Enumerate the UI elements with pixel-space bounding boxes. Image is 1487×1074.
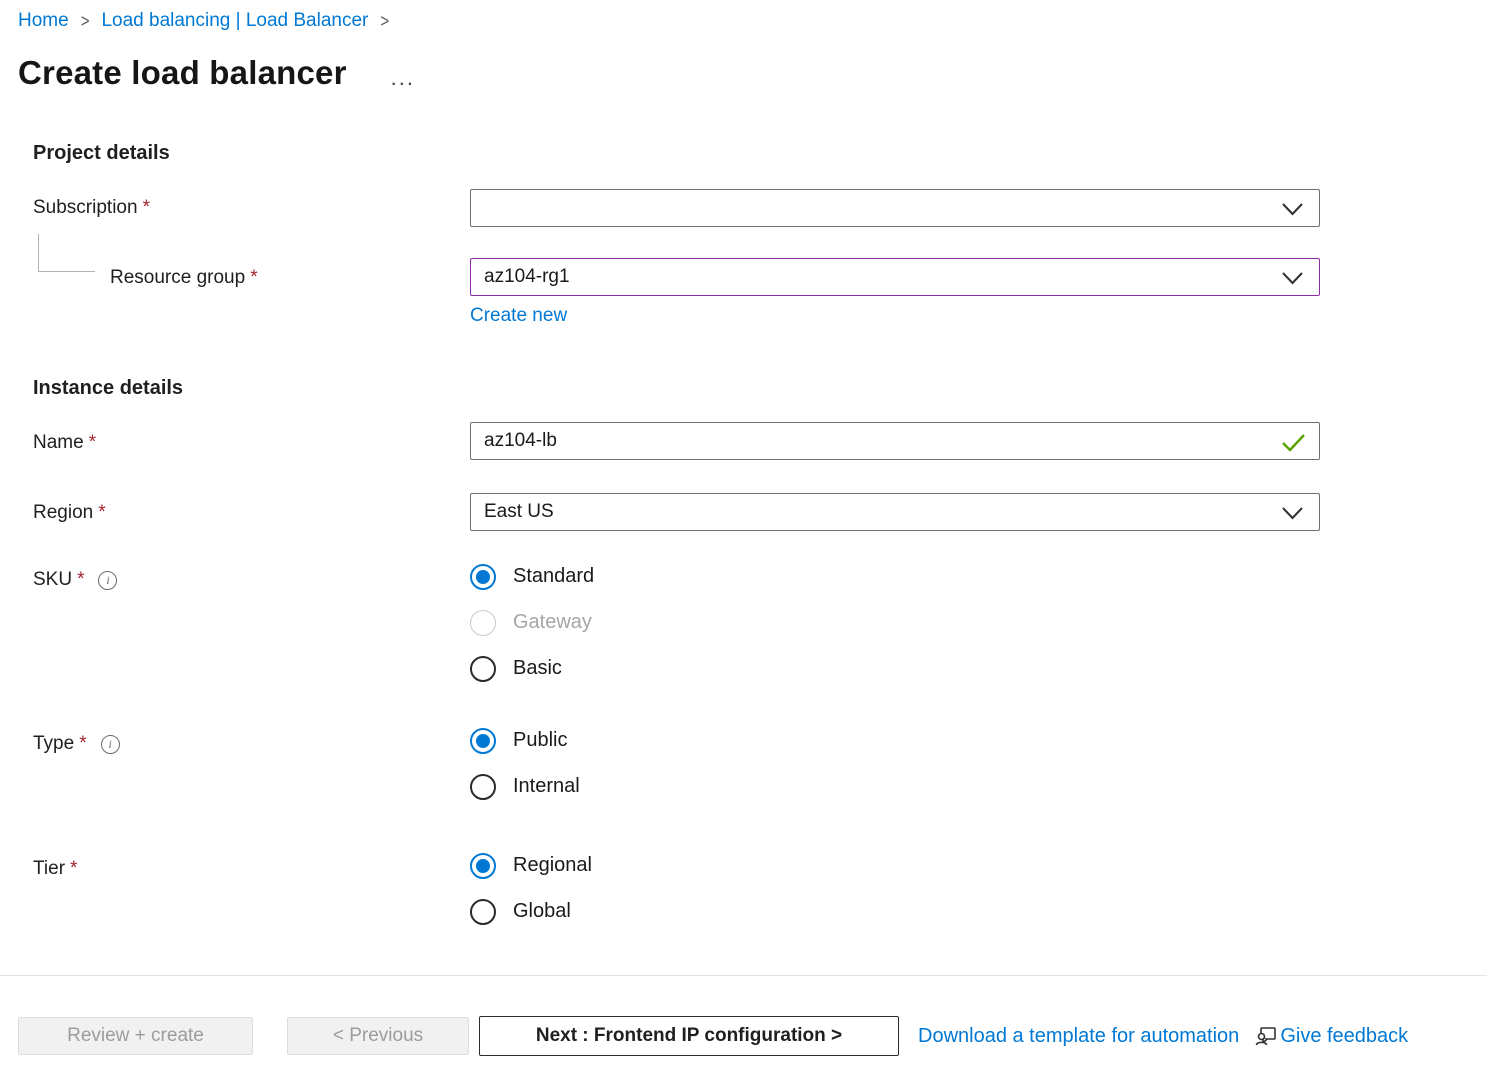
breadcrumb: Home > Load balancing | Load Balancer > (0, 0, 1487, 32)
chevron-down-icon (1281, 505, 1304, 521)
page-title: Create load balancer (18, 54, 347, 92)
type-radio-group: Public Internal (470, 727, 1320, 800)
required-asterisk: * (70, 858, 77, 879)
resource-group-label: Resource group* (33, 258, 470, 289)
chevron-down-icon (1281, 270, 1304, 286)
subscription-dropdown[interactable] (470, 189, 1320, 227)
type-option-label: Internal (513, 775, 580, 798)
instance-details-heading: Instance details (33, 377, 1320, 400)
chevron-right-icon: > (79, 10, 92, 31)
sku-option-label: Basic (513, 657, 562, 680)
hierarchy-connector-line (38, 234, 95, 272)
type-label: Type* i (33, 727, 470, 755)
ellipsis-icon[interactable]: ... (391, 63, 415, 83)
radio-selected-icon (470, 853, 496, 879)
sku-radio-group: Standard Gateway Basic (470, 563, 1320, 682)
sku-label: SKU* i (33, 563, 470, 591)
required-asterisk: * (89, 432, 96, 453)
radio-disabled-icon (470, 610, 496, 636)
chevron-right-icon: > (378, 10, 391, 31)
name-label: Name* (33, 422, 470, 454)
name-value: az104-lb (484, 430, 557, 452)
tier-radio-group: Regional Global (470, 852, 1320, 925)
tier-option-regional[interactable]: Regional (470, 852, 1320, 879)
type-option-internal[interactable]: Internal (470, 773, 1320, 800)
region-label: Region* (33, 493, 470, 524)
breadcrumb-load-balancing[interactable]: Load balancing | Load Balancer (101, 10, 368, 32)
sku-option-standard[interactable]: Standard (470, 563, 1320, 590)
review-create-button[interactable]: Review + create (18, 1017, 253, 1055)
required-asterisk: * (98, 502, 105, 523)
region-dropdown[interactable]: East US (470, 493, 1320, 531)
tier-option-global[interactable]: Global (470, 898, 1320, 925)
sku-option-label: Standard (513, 565, 594, 588)
radio-selected-icon (470, 728, 496, 754)
tier-option-label: Global (513, 900, 571, 923)
radio-unselected-icon (470, 656, 496, 682)
radio-unselected-icon (470, 899, 496, 925)
required-asterisk: * (77, 569, 84, 590)
tier-option-label: Regional (513, 854, 592, 877)
type-option-public[interactable]: Public (470, 727, 1320, 754)
give-feedback-link[interactable]: Give feedback (1280, 1025, 1408, 1048)
create-new-link[interactable]: Create new (470, 305, 567, 327)
required-asterisk: * (79, 733, 86, 754)
resource-group-value: az104-rg1 (484, 266, 570, 288)
person-feedback-icon (1254, 1024, 1278, 1048)
tier-label: Tier* (33, 852, 470, 880)
sku-option-label: Gateway (513, 611, 592, 634)
next-frontend-ip-button[interactable]: Next : Frontend IP configuration > (479, 1016, 899, 1056)
footer-action-bar: Review + create < Previous Next : Fronte… (0, 975, 1487, 1074)
breadcrumb-home[interactable]: Home (18, 10, 69, 32)
name-input[interactable]: az104-lb (470, 422, 1320, 460)
chevron-down-icon (1281, 201, 1304, 217)
download-template-link[interactable]: Download a template for automation (918, 1025, 1239, 1048)
type-option-label: Public (513, 729, 567, 752)
subscription-label: Subscription* (33, 189, 470, 219)
required-asterisk: * (143, 197, 150, 218)
project-details-heading: Project details (33, 142, 1320, 165)
resource-group-dropdown[interactable]: az104-rg1 (470, 258, 1320, 296)
required-asterisk: * (250, 267, 257, 288)
radio-unselected-icon (470, 774, 496, 800)
sku-option-basic[interactable]: Basic (470, 655, 1320, 682)
region-value: East US (484, 501, 554, 523)
previous-button[interactable]: < Previous (287, 1017, 469, 1055)
info-circle-icon[interactable]: i (101, 735, 120, 754)
green-checkmark-icon (1281, 433, 1306, 452)
radio-selected-icon (470, 564, 496, 590)
info-circle-icon[interactable]: i (98, 571, 117, 590)
sku-option-gateway: Gateway (470, 609, 1320, 636)
